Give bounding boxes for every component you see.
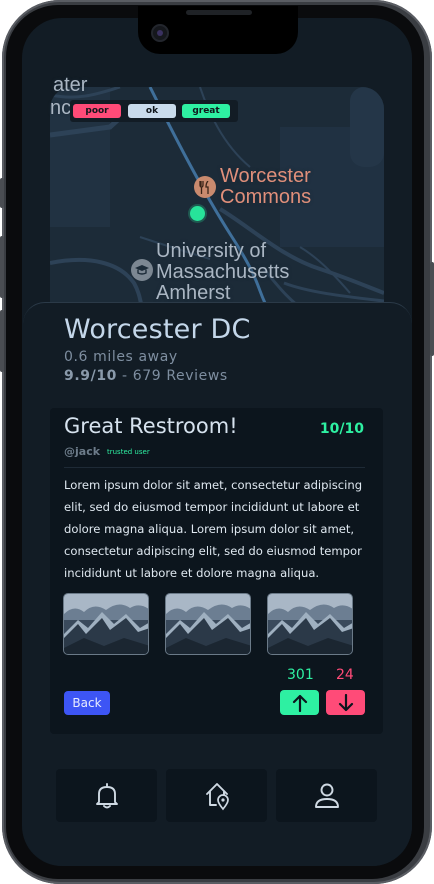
review-body: Lorem ipsum dolor sit amet, consectetur … (64, 478, 363, 580)
side-button (0, 236, 4, 298)
review-count: - 679 Reviews (117, 368, 228, 384)
review-title: Great Restroom! (64, 414, 238, 438)
map-label: nc (50, 97, 72, 119)
location-dot-icon (190, 206, 205, 221)
trusted-badge: trusted user (107, 448, 150, 456)
camera-icon (151, 24, 169, 42)
review-photo[interactable] (165, 593, 251, 655)
side-button (0, 310, 4, 372)
bell-icon (95, 782, 118, 808)
review-photo[interactable] (63, 593, 149, 655)
legend-poor: poor (73, 104, 121, 118)
university-label[interactable]: Amherst (156, 283, 230, 304)
downvote-count: 24 (336, 667, 354, 683)
map-label: ater (53, 74, 88, 96)
location-rating: 9.9/10 - 679 Reviews (64, 368, 228, 384)
rating-value: 9.9/10 (64, 368, 117, 384)
fork-knife-icon[interactable] (194, 176, 216, 198)
university-label[interactable]: University of (156, 241, 266, 262)
review-score: 10/10 (319, 421, 364, 437)
poi-label[interactable]: Commons (220, 187, 311, 208)
home-pin-icon (205, 782, 229, 810)
graduation-cap-icon[interactable] (131, 259, 153, 281)
review-username[interactable]: @jack (64, 445, 100, 458)
legend-great: great (182, 104, 230, 118)
back-button[interactable]: Back (64, 691, 110, 715)
review-photo[interactable] (267, 593, 353, 655)
downvote-button[interactable] (326, 690, 365, 715)
nav-home-button[interactable] (166, 769, 267, 822)
arrow-up-icon (292, 694, 307, 712)
location-name: Worcester DC (64, 314, 251, 345)
side-button (430, 262, 434, 356)
user-icon (314, 783, 339, 808)
upvote-count: 301 (287, 667, 314, 683)
divider (64, 467, 365, 468)
poi-label[interactable]: Worcester (220, 166, 311, 187)
upvote-button[interactable] (280, 690, 319, 715)
side-button (0, 178, 4, 208)
legend-ok: ok (128, 104, 176, 118)
nav-profile-button[interactable] (276, 769, 377, 822)
university-label[interactable]: Massachusetts (156, 262, 289, 283)
speaker (186, 10, 252, 15)
arrow-down-icon (338, 693, 353, 711)
location-distance: 0.6 miles away (64, 349, 178, 365)
nav-notifications-button[interactable] (56, 769, 157, 822)
